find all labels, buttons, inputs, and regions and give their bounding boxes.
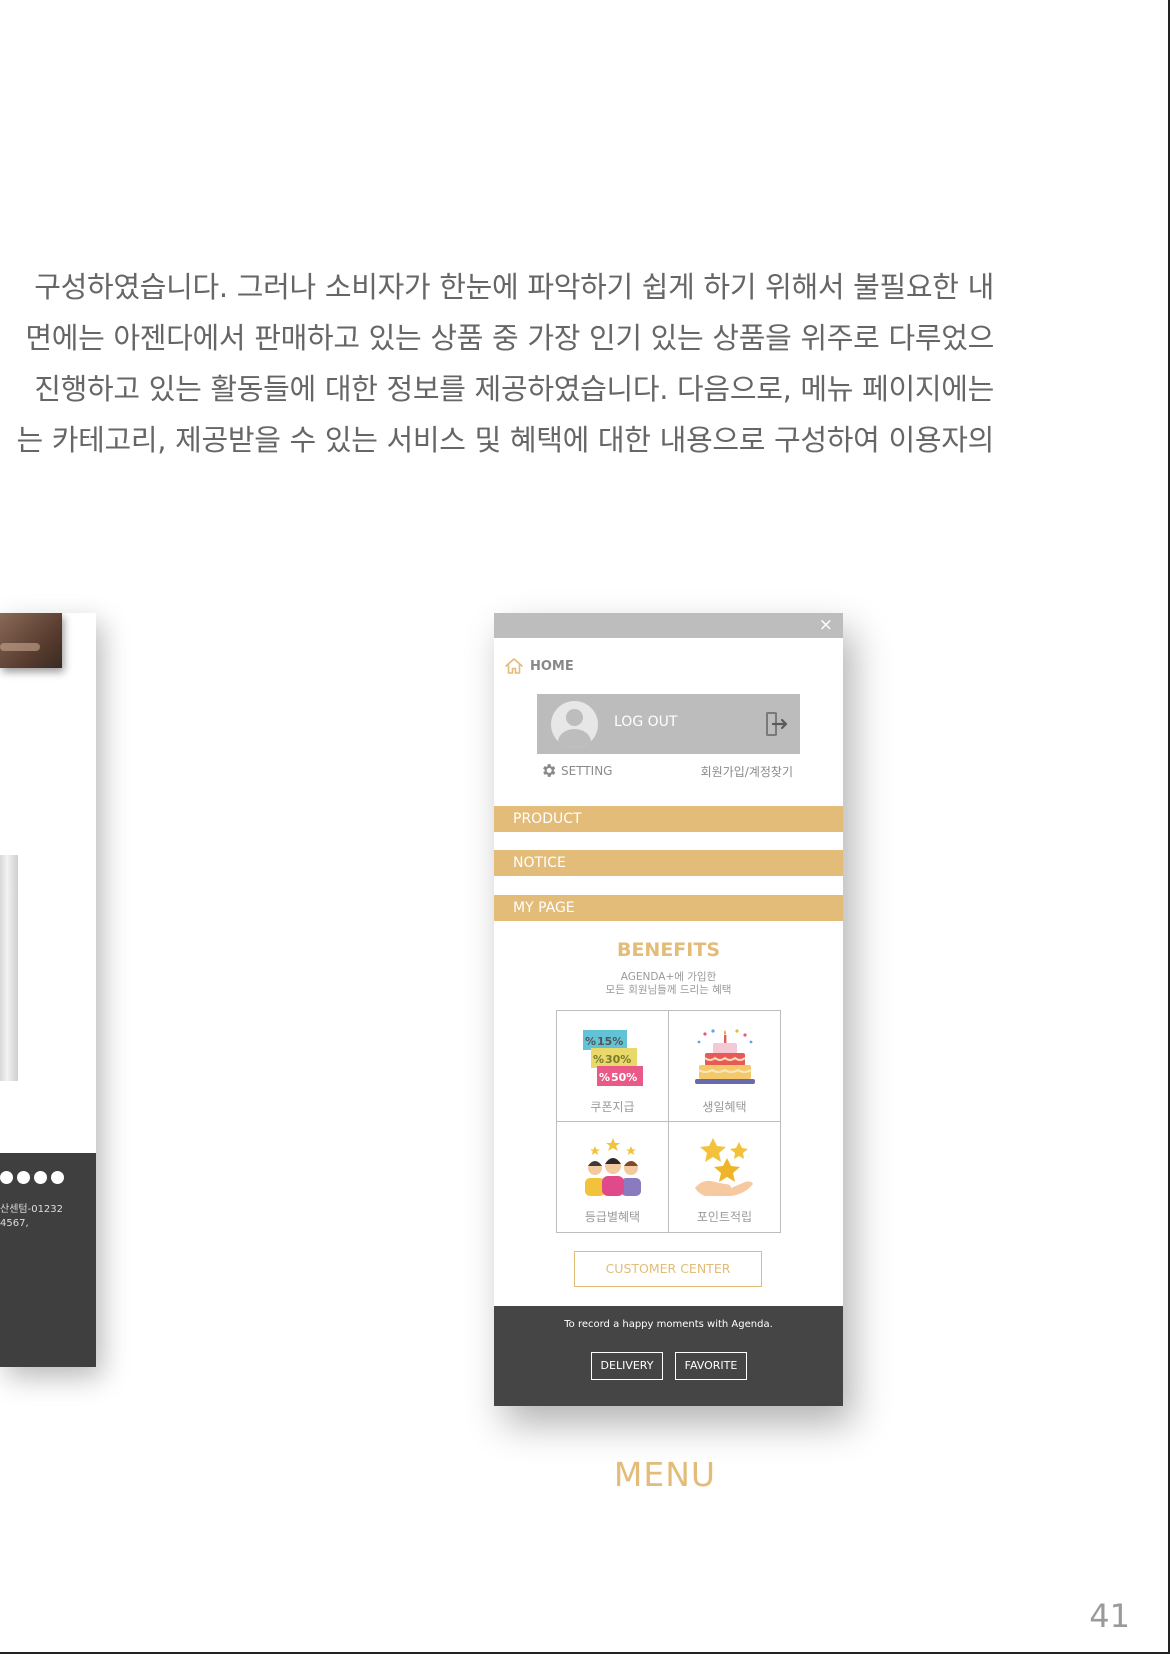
birthday-cake-icon bbox=[695, 1029, 755, 1084]
setting-link[interactable]: SETTING bbox=[540, 762, 612, 779]
coupon-value: 30% bbox=[605, 1053, 631, 1066]
benefits-grid: % 15% % 30% % 50% 쿠폰지급 생일혜택 등급별혜택 포인트적립 bbox=[556, 1010, 781, 1233]
footer-text-line: 4567, bbox=[0, 1218, 29, 1229]
coupon-icon: % 15% % 30% % 50% bbox=[583, 1030, 643, 1086]
menu-screen-mockup: × HOME LOG OUT SETTING 회원가입/계정찾기 PRODUCT… bbox=[494, 613, 843, 1406]
menu-footer: To record a happy moments with Agenda. D… bbox=[494, 1306, 843, 1406]
coupon-percent: % bbox=[599, 1071, 610, 1084]
product-photo-top bbox=[0, 613, 62, 668]
home-label: HOME bbox=[530, 658, 574, 674]
home-icon bbox=[505, 658, 523, 674]
coupon-value: 50% bbox=[611, 1071, 637, 1084]
benefit-birthday[interactable]: 생일혜택 bbox=[669, 1011, 780, 1121]
benefit-member-grade[interactable]: 등급별혜택 bbox=[557, 1122, 668, 1232]
benefits-subtitle: AGENDA+에 가입한 모든 회원님들께 드리는 혜택 bbox=[494, 971, 843, 997]
facebook-icon bbox=[17, 1171, 30, 1184]
customer-center-button[interactable]: CUSTOMER CENTER bbox=[574, 1251, 762, 1287]
logout-label[interactable]: LOG OUT bbox=[614, 714, 677, 730]
menu-item-notice[interactable]: NOTICE bbox=[494, 850, 843, 876]
coupon-percent: % bbox=[593, 1053, 604, 1066]
avatar bbox=[551, 701, 598, 748]
point-stars-icon bbox=[695, 1138, 753, 1196]
user-profile-box: LOG OUT bbox=[537, 694, 800, 754]
delivery-button[interactable]: DELIVERY bbox=[591, 1352, 663, 1380]
close-icon[interactable]: × bbox=[819, 614, 833, 636]
benefit-label: 쿠폰지급 bbox=[590, 1100, 635, 1114]
product-photo-mid bbox=[0, 855, 18, 1081]
menu-top-bar: × bbox=[494, 613, 843, 638]
coupon-value: 15% bbox=[597, 1035, 623, 1048]
page-number: 41 bbox=[1089, 1597, 1130, 1635]
coupon-percent: % bbox=[585, 1035, 596, 1048]
left-footer-address: 산센텀-01232 4567, bbox=[0, 1203, 63, 1231]
paragraph-line: 구성하였습니다. 그러나 소비자가 한눈에 파악하기 쉽게 하기 위해서 불필요… bbox=[34, 270, 994, 304]
social-icons bbox=[0, 1171, 64, 1184]
favorite-button[interactable]: FAVORITE bbox=[675, 1352, 747, 1380]
gear-icon bbox=[543, 764, 556, 777]
footer-tagline: To record a happy moments with Agenda. bbox=[564, 1319, 773, 1330]
left-mockup-footer: 산센텀-01232 4567, bbox=[0, 1153, 96, 1367]
benefit-coupon[interactable]: % 15% % 30% % 50% 쿠폰지급 bbox=[557, 1011, 668, 1121]
mockup-caption: MENU bbox=[613, 1455, 717, 1494]
benefits-title: BENEFITS bbox=[616, 939, 721, 961]
join-find-account-link[interactable]: 회원가입/계정찾기 bbox=[701, 763, 793, 780]
benefit-points[interactable]: 포인트적립 bbox=[669, 1122, 780, 1232]
home-link[interactable]: HOME bbox=[504, 657, 574, 675]
member-grade-icon bbox=[585, 1138, 641, 1196]
benefit-label: 생일혜택 bbox=[702, 1100, 747, 1114]
paragraph-line: 진행하고 있는 활동들에 대한 정보를 제공하였습니다. 다음으로, 메뉴 페이… bbox=[34, 372, 994, 406]
youtube-icon bbox=[51, 1171, 64, 1184]
setting-label: SETTING bbox=[561, 763, 613, 778]
menu-item-my-page[interactable]: MY PAGE bbox=[494, 895, 843, 921]
footer-text-line: 산센텀-01232 bbox=[0, 1204, 64, 1215]
benefits-subtitle-line: 모든 회원님들께 드리는 혜택 bbox=[605, 984, 732, 996]
paragraph-line: 면에는 아젠다에서 판매하고 있는 상품 중 가장 인기 있는 상품을 위주로 … bbox=[25, 321, 994, 355]
social-icon bbox=[0, 1171, 13, 1184]
logout-icon[interactable] bbox=[764, 710, 788, 738]
body-paragraph: 구성하였습니다. 그러나 소비자가 한눈에 파악하기 쉽게 하기 위해서 불필요… bbox=[0, 262, 994, 466]
benefit-label: 등급별혜택 bbox=[584, 1210, 641, 1224]
benefit-label: 포인트적립 bbox=[696, 1210, 753, 1224]
menu-item-product[interactable]: PRODUCT bbox=[494, 806, 843, 832]
twitter-icon bbox=[34, 1171, 47, 1184]
paragraph-line: 는 카테고리, 제공받을 수 있는 서비스 및 혜택에 대한 내용으로 구성하여… bbox=[16, 423, 994, 457]
benefits-subtitle-line: AGENDA+에 가입한 bbox=[620, 971, 717, 983]
left-mockup-screenshot: 산센텀-01232 4567, bbox=[0, 613, 96, 1367]
